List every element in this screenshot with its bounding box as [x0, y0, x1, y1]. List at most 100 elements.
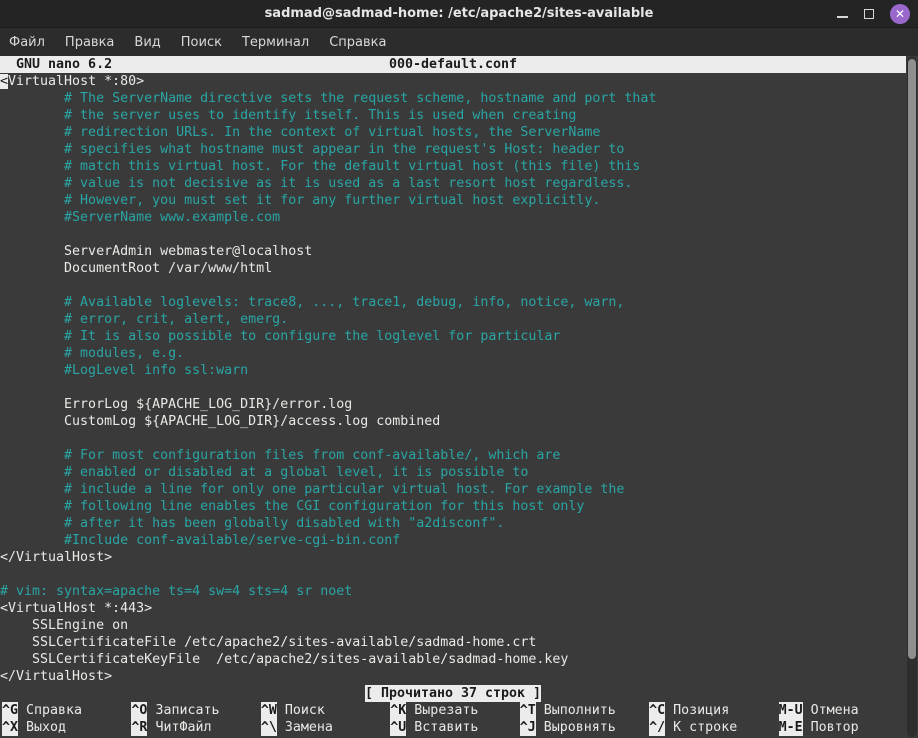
editor-line: # However, you must set it for any furth… — [0, 192, 906, 209]
shortcut-item: ^UВставить — [388, 719, 517, 736]
minimize-button[interactable] — [837, 9, 848, 20]
shortcut-key: ^X — [2, 719, 18, 736]
menu-item-edit[interactable]: Правка — [65, 35, 114, 50]
shortcut-item: ^JВыровнять — [518, 719, 647, 736]
editor-line: SSLCertificateFile /etc/apache2/sites-av… — [0, 634, 906, 651]
editor-line — [0, 566, 906, 583]
shortcut-label: Отмена — [803, 702, 859, 719]
editor-line: # enabled or disabled at a global level,… — [0, 464, 906, 481]
editor-line: # following line enables the CGI configu… — [0, 498, 906, 515]
editor-line: # modules, e.g. — [0, 345, 906, 362]
close-button[interactable]: ✕ — [890, 4, 910, 24]
shortcut-key: ^/ — [649, 719, 665, 736]
editor-line: # vim: syntax=apache ts=4 sw=4 sts=4 sr … — [0, 583, 906, 600]
scrollbar-track[interactable] — [907, 57, 917, 737]
editor-line: #LogLevel info ssl:warn — [0, 362, 906, 379]
terminal-window: sadmad@sadmad-home: /etc/apache2/sites-a… — [0, 0, 918, 738]
nano-header-bar: GNU nano 6.2 000-default.conf — [0, 56, 906, 73]
terminal-screen[interactable]: GNU nano 6.2 000-default.conf <VirtualHo… — [0, 56, 918, 738]
shortcut-label: Поиск — [277, 702, 325, 719]
editor-line: ErrorLog ${APACHE_LOG_DIR}/error.log — [0, 396, 906, 413]
shortcut-key: ^G — [2, 702, 18, 719]
editor-line: SSLCertificateKeyFile /etc/apache2/sites… — [0, 651, 906, 668]
nano-filename: 000-default.conf — [0, 56, 906, 73]
editor-line: # match this virtual host. For the defau… — [0, 158, 906, 175]
editor-line: # For most configuration files from conf… — [0, 447, 906, 464]
editor-line: <VirtualHost *:80> — [0, 73, 906, 90]
editor-line: SSLEngine on — [0, 617, 906, 634]
shortcut-label: Выровнять — [536, 719, 616, 736]
shortcut-key: ^T — [520, 702, 536, 719]
shortcut-label: Записать — [147, 702, 219, 719]
shortcut-key: M-U — [779, 702, 803, 719]
shortcut-item: ^TВыполнить — [518, 702, 647, 719]
editor-line: # include a line for only one particular… — [0, 481, 906, 498]
editor-line: DocumentRoot /var/www/html — [0, 260, 906, 277]
shortcut-key: ^\ — [261, 719, 277, 736]
editor-line — [0, 430, 906, 447]
nano-shortcuts-row1: ^GСправка^OЗаписать^WПоиск^KВырезать^TВы… — [0, 702, 906, 719]
shortcut-label: Вставить — [406, 719, 478, 736]
close-icon: ✕ — [895, 8, 905, 20]
shortcut-label: К строке — [665, 719, 737, 736]
editor-line: CustomLog ${APACHE_LOG_DIR}/access.log c… — [0, 413, 906, 430]
shortcut-item: ^XВыход — [0, 719, 129, 736]
nano-editor: GNU nano 6.2 000-default.conf <VirtualHo… — [0, 56, 906, 738]
editor-line — [0, 379, 906, 396]
shortcut-key: ^R — [131, 719, 147, 736]
window-title: sadmad@sadmad-home: /etc/apache2/sites-a… — [265, 6, 654, 21]
editor-line: </VirtualHost> — [0, 549, 906, 566]
shortcut-key: M-E — [779, 719, 803, 736]
editor-line: # Available loglevels: trace8, ..., trac… — [0, 294, 906, 311]
editor-line: </VirtualHost> — [0, 668, 906, 685]
shortcut-label: Вырезать — [406, 702, 478, 719]
shortcut-label: ЧитФайл — [147, 719, 211, 736]
editor-line: <VirtualHost *:443> — [0, 600, 906, 617]
shortcut-item: M-EПовтор — [777, 719, 906, 736]
editor-line: # after it has been globally disabled wi… — [0, 515, 906, 532]
editor-line: # error, crit, alert, emerg. — [0, 311, 906, 328]
menu-item-terminal[interactable]: Терминал — [242, 35, 309, 50]
menu-item-view[interactable]: Вид — [134, 35, 160, 50]
shortcut-item: M-UОтмена — [777, 702, 906, 719]
editor-line: # value is not decisive as it is used as… — [0, 175, 906, 192]
menu-item-file[interactable]: Файл — [9, 35, 45, 50]
shortcut-label: Повтор — [803, 719, 859, 736]
shortcut-item: ^/К строке — [647, 719, 776, 736]
shortcut-key: ^O — [131, 702, 147, 719]
editor-line: # redirection URLs. In the context of vi… — [0, 124, 906, 141]
shortcut-label: Замена — [277, 719, 333, 736]
status-message: [ Прочитано 37 строк ] — [365, 685, 541, 702]
editor-line — [0, 277, 906, 294]
shortcut-key: ^U — [390, 719, 406, 736]
window-titlebar[interactable]: sadmad@sadmad-home: /etc/apache2/sites-a… — [0, 0, 918, 28]
editor-line: # It is also possible to configure the l… — [0, 328, 906, 345]
editor-line: #ServerName www.example.com — [0, 209, 906, 226]
shortcut-item: ^OЗаписать — [129, 702, 258, 719]
editor-line: # the server uses to identify itself. Th… — [0, 107, 906, 124]
shortcut-item: ^CПозиция — [647, 702, 776, 719]
shortcut-label: Выполнить — [536, 702, 616, 719]
editor-line: #Include conf-available/serve-cgi-bin.co… — [0, 532, 906, 549]
nano-shortcuts-row2: ^XВыход^RЧитФайл^\Замена^UВставить^JВыро… — [0, 719, 906, 736]
menu-item-search[interactable]: Поиск — [181, 35, 222, 50]
shortcut-item: ^GСправка — [0, 702, 129, 719]
shortcut-item: ^KВырезать — [388, 702, 517, 719]
shortcut-label: Позиция — [665, 702, 729, 719]
window-controls: ✕ — [837, 0, 910, 28]
shortcut-item: ^WПоиск — [259, 702, 388, 719]
shortcut-label: Выход — [18, 719, 66, 736]
scrollbar-thumb[interactable] — [908, 59, 916, 659]
shortcut-item: ^\Замена — [259, 719, 388, 736]
editor-line: # The ServerName directive sets the requ… — [0, 90, 906, 107]
shortcut-key: ^W — [261, 702, 277, 719]
maximize-button[interactable] — [864, 9, 874, 19]
menu-item-help[interactable]: Справка — [329, 35, 386, 50]
shortcut-key: ^C — [649, 702, 665, 719]
editor-area[interactable]: <VirtualHost *:80> # The ServerName dire… — [0, 73, 906, 685]
shortcut-key: ^K — [390, 702, 406, 719]
shortcut-key: ^J — [520, 719, 536, 736]
shortcut-label: Справка — [18, 702, 82, 719]
editor-line: # specifies what hostname must appear in… — [0, 141, 906, 158]
editor-line: ServerAdmin webmaster@localhost — [0, 243, 906, 260]
